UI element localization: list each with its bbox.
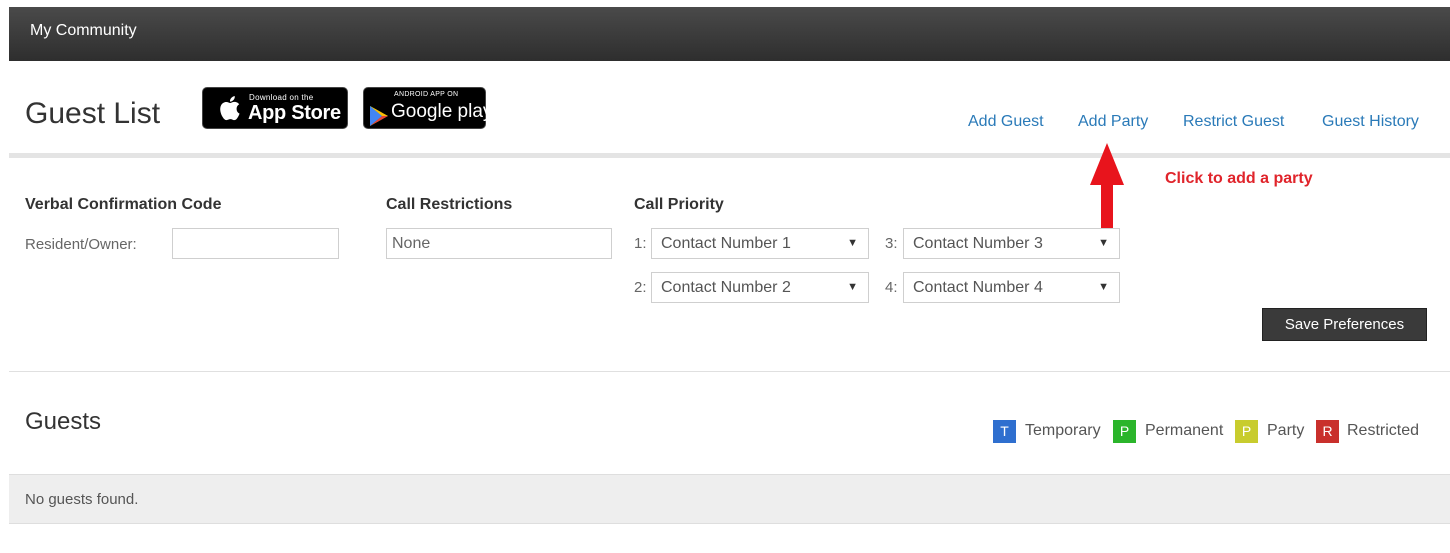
app-store-badge-small: Download on the bbox=[249, 93, 314, 102]
section-divider bbox=[9, 371, 1450, 372]
add-guest-link[interactable]: Add Guest bbox=[968, 113, 1044, 131]
resident-owner-input[interactable] bbox=[172, 228, 339, 259]
app-title[interactable]: My Community bbox=[30, 22, 137, 39]
google-play-badge-text: Google play bbox=[391, 101, 493, 122]
priority-2-select[interactable]: Contact Number 2 ▼ bbox=[651, 272, 869, 303]
priority-2-value: Contact Number 2 bbox=[661, 279, 791, 296]
resident-owner-label: Resident/Owner: bbox=[25, 236, 137, 253]
dropdown-caret-icon: ▼ bbox=[847, 237, 858, 249]
call-restrictions-value: None bbox=[392, 235, 431, 252]
legend-party-label: Party bbox=[1267, 422, 1305, 439]
call-restrictions-heading: Call Restrictions bbox=[386, 196, 513, 213]
annotation-arrow-icon bbox=[1090, 143, 1124, 234]
restrict-guest-link[interactable]: Restrict Guest bbox=[1183, 113, 1284, 131]
call-restrictions-field[interactable]: None bbox=[386, 228, 612, 259]
apple-icon bbox=[217, 94, 241, 127]
call-priority-heading: Call Priority bbox=[634, 196, 724, 213]
app-store-badge-text: App Store bbox=[248, 102, 341, 124]
google-play-icon bbox=[368, 105, 390, 132]
legend-restricted-badge: R bbox=[1316, 420, 1339, 443]
header-divider bbox=[9, 153, 1450, 158]
add-party-link[interactable]: Add Party bbox=[1078, 113, 1148, 131]
priority-4-label: 4: bbox=[885, 279, 898, 296]
priority-3-select[interactable]: Contact Number 3 ▼ bbox=[903, 228, 1120, 259]
priority-3-value: Contact Number 3 bbox=[913, 235, 1043, 252]
page-title: Guest List bbox=[25, 97, 161, 130]
empty-guests-row: No guests found. bbox=[9, 474, 1450, 524]
priority-1-label: 1: bbox=[634, 235, 647, 252]
legend-permanent-label: Permanent bbox=[1145, 422, 1224, 439]
legend-temporary-badge: T bbox=[993, 420, 1016, 443]
priority-2-label: 2: bbox=[634, 279, 647, 296]
legend-party-badge: P bbox=[1235, 420, 1258, 443]
priority-4-value: Contact Number 4 bbox=[913, 279, 1043, 296]
legend-restricted-label: Restricted bbox=[1347, 422, 1420, 439]
google-play-badge[interactable]: ANDROID APP ON Google play bbox=[363, 87, 492, 132]
priority-1-value: Contact Number 1 bbox=[661, 235, 791, 252]
legend-permanent-badge: P bbox=[1113, 420, 1136, 443]
priority-3-label: 3: bbox=[885, 235, 898, 252]
google-play-badge-small: ANDROID APP ON bbox=[394, 91, 459, 98]
guest-history-link[interactable]: Guest History bbox=[1322, 113, 1419, 131]
guests-title: Guests bbox=[25, 408, 102, 435]
dropdown-caret-icon: ▼ bbox=[847, 281, 858, 293]
annotation-text: Click to add a party bbox=[1165, 170, 1313, 187]
dropdown-caret-icon: ▼ bbox=[1098, 237, 1109, 249]
verbal-confirmation-heading: Verbal Confirmation Code bbox=[25, 196, 222, 213]
save-preferences-button[interactable]: Save Preferences bbox=[1262, 308, 1427, 341]
priority-1-select[interactable]: Contact Number 1 ▼ bbox=[651, 228, 869, 259]
priority-4-select[interactable]: Contact Number 4 ▼ bbox=[903, 272, 1120, 303]
app-store-badge[interactable]: Download on the App Store bbox=[202, 87, 348, 129]
top-bar: My Community bbox=[9, 7, 1450, 61]
legend-temporary-label: Temporary bbox=[1025, 422, 1101, 439]
dropdown-caret-icon: ▼ bbox=[1098, 281, 1109, 293]
empty-guests-message: No guests found. bbox=[25, 491, 139, 508]
